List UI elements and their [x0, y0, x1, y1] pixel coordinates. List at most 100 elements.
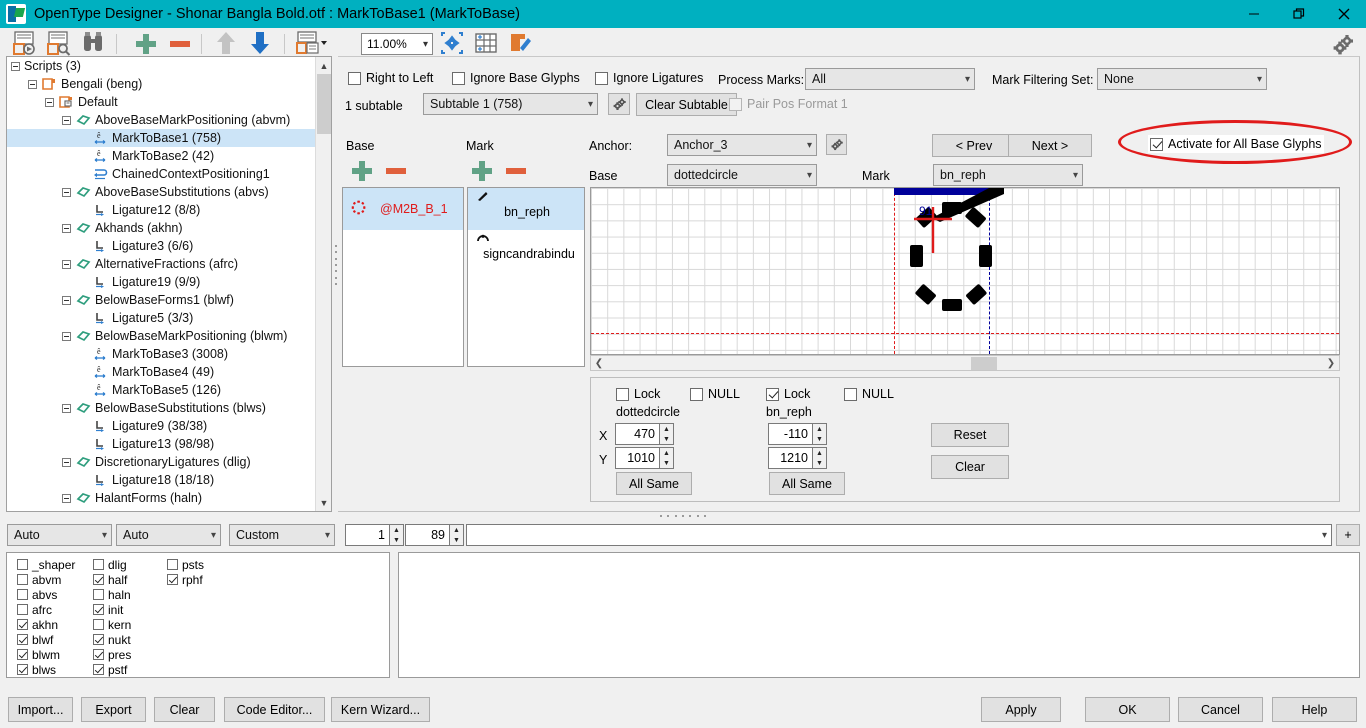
spin-up-icon[interactable]: ▲	[390, 525, 403, 535]
mark-x-spinner[interactable]: ▲▼	[768, 423, 827, 445]
base-y-input[interactable]	[615, 447, 659, 469]
mark-null-checkbox[interactable]: NULL	[844, 387, 894, 401]
list-item[interactable]: signcandrabindu	[468, 230, 584, 272]
tree-item[interactable]: Ligature19 (9/9)	[7, 273, 316, 291]
tree-expander-icon[interactable]	[62, 116, 71, 125]
tree-item[interactable]: Scripts (3)	[7, 57, 316, 75]
index-spin-buttons[interactable]: ▲▼	[389, 524, 404, 546]
cancel-button[interactable]: Cancel	[1178, 697, 1263, 722]
feature-checkbox-pstf[interactable]: pstf	[93, 662, 131, 677]
zoom-combo[interactable]: 11.00% ▾	[361, 33, 433, 55]
anchor-crosshair[interactable]	[904, 196, 974, 256]
scroll-right-arrow[interactable]: ❯	[1323, 358, 1339, 369]
edit-glyph-icon[interactable]	[507, 30, 537, 58]
tree-expander-icon[interactable]	[62, 188, 71, 197]
add-mark-icon[interactable]	[472, 161, 492, 181]
spin-down-icon[interactable]: ▼	[450, 535, 463, 545]
hscroll-thumb[interactable]	[971, 357, 997, 370]
base-y-spinner[interactable]: ▲▼	[615, 447, 674, 469]
tree-item[interactable]: Ligature12 (8/8)	[7, 201, 316, 219]
prev-button[interactable]: < Prev	[932, 134, 1016, 157]
base-y-spin-buttons[interactable]: ▲▼	[659, 447, 674, 469]
size-input[interactable]	[405, 524, 449, 546]
mark-all-same-button[interactable]: All Same	[769, 472, 845, 495]
list-item[interactable]: @M2B_B_1	[343, 188, 463, 230]
tree-expander-icon[interactable]	[62, 332, 71, 341]
mark-glyph-list[interactable]: bn_reph signcandrabindu	[467, 187, 585, 367]
shaper-select-1[interactable]: Auto ▾	[7, 524, 112, 546]
feature-tree-panel[interactable]: Scripts (3)Bengali (beng)Default AboveBas…	[6, 56, 332, 512]
feature-checkbox-rphf[interactable]: rphf	[167, 572, 204, 587]
clear-subtable-button[interactable]: Clear Subtable	[636, 93, 737, 116]
export-button[interactable]: Export	[81, 697, 146, 722]
tree-item[interactable]: BelowBaseSubstitutions (blws)	[7, 399, 316, 417]
horizontal-splitter-handle[interactable]	[660, 512, 706, 520]
subtable-settings-icon[interactable]	[608, 93, 630, 115]
spin-up-icon[interactable]: ▲	[813, 424, 826, 434]
tree-expander-icon[interactable]	[62, 260, 71, 269]
base-x-input[interactable]	[615, 423, 659, 445]
feature-checkbox-nukt[interactable]: nukt	[93, 632, 131, 647]
preview-run-icon[interactable]	[12, 30, 42, 58]
binoculars-icon[interactable]	[80, 30, 110, 58]
spin-down-icon[interactable]: ▼	[390, 535, 403, 545]
feature-checkbox-afrc[interactable]: afrc	[17, 602, 75, 617]
spin-down-icon[interactable]: ▼	[660, 458, 673, 468]
tree-item[interactable]: AboveBaseSubstitutions (abvs)	[7, 183, 316, 201]
feature-checkbox-init[interactable]: init	[93, 602, 131, 617]
canvas-hscrollbar[interactable]: ❮ ❯	[590, 355, 1340, 371]
clear-button[interactable]: Clear	[154, 697, 215, 722]
import-button[interactable]: Import...	[8, 697, 73, 722]
remove-icon[interactable]	[165, 30, 195, 58]
tree-item[interactable]: êMarkToBase1 (758)	[7, 129, 316, 147]
base-null-checkbox[interactable]: NULL	[690, 387, 740, 401]
mark-y-input[interactable]	[768, 447, 812, 469]
tree-item[interactable]: êMarkToBase2 (42)	[7, 147, 316, 165]
reset-button[interactable]: Reset	[931, 423, 1009, 447]
tree-item[interactable]: Ligature9 (38/38)	[7, 417, 316, 435]
fit-to-window-icon[interactable]	[439, 30, 469, 58]
mark-y-spin-buttons[interactable]: ▲▼	[812, 447, 827, 469]
feature-tree-list[interactable]: Scripts (3)Bengali (beng)Default AboveBas…	[7, 57, 316, 511]
tree-item[interactable]: Bengali (beng)	[7, 75, 316, 93]
anchor-combo[interactable]: Anchor_3 ▾	[667, 134, 817, 156]
anchor-settings-icon[interactable]	[826, 134, 847, 155]
scroll-thumb[interactable]	[317, 74, 331, 134]
spin-down-icon[interactable]: ▼	[813, 458, 826, 468]
feature-checkbox-shaper[interactable]: _shaper	[17, 557, 75, 572]
settings-gear-icon[interactable]	[1330, 33, 1356, 55]
feature-checkbox-blwm[interactable]: blwm	[17, 647, 75, 662]
feature-checkbox-psts[interactable]: psts	[167, 557, 204, 572]
code-editor-button[interactable]: Code Editor...	[224, 697, 325, 722]
tree-expander-icon[interactable]	[62, 404, 71, 413]
kern-wizard-button[interactable]: Kern Wizard...	[331, 697, 430, 722]
shaper-select-2[interactable]: Auto ▾	[116, 524, 221, 546]
feature-checkbox-haln[interactable]: haln	[93, 587, 131, 602]
mark-glyph-combo[interactable]: bn_reph ▾	[933, 164, 1083, 186]
base-lock-checkbox[interactable]: Lock	[616, 387, 660, 401]
spin-down-icon[interactable]: ▼	[660, 434, 673, 444]
feature-checkbox-dlig[interactable]: dlig	[93, 557, 131, 572]
tree-expander-icon[interactable]	[28, 80, 37, 89]
tree-item[interactable]: êMarkToBase4 (49)	[7, 363, 316, 381]
feature-checkbox-blwf[interactable]: blwf	[17, 632, 75, 647]
feature-checkbox-akhn[interactable]: akhn	[17, 617, 75, 632]
list-item[interactable]: bn_reph	[468, 188, 584, 230]
remove-mark-icon[interactable]	[506, 168, 526, 174]
tree-item[interactable]: Akhands (akhn)	[7, 219, 316, 237]
tree-item[interactable]: Ligature3 (6/6)	[7, 237, 316, 255]
right-to-left-checkbox[interactable]: Right to Left	[348, 71, 433, 85]
tree-item[interactable]: AlternativeFractions (afrc)	[7, 255, 316, 273]
tree-item[interactable]: Default	[7, 93, 316, 111]
tree-expander-icon[interactable]	[62, 494, 71, 503]
move-down-icon[interactable]	[248, 30, 278, 58]
tree-item[interactable]: Ligature5 (3/3)	[7, 309, 316, 327]
tree-item[interactable]: ChainedContextPositioning1	[7, 165, 316, 183]
mark-x-input[interactable]	[768, 423, 812, 445]
scroll-left-arrow[interactable]: ❮	[591, 358, 607, 369]
next-button[interactable]: Next >	[1008, 134, 1092, 157]
tree-scrollbar[interactable]: ▲ ▼	[315, 57, 331, 511]
mark-y-spinner[interactable]: ▲▼	[768, 447, 827, 469]
tree-expander-icon[interactable]	[11, 62, 20, 71]
spin-up-icon[interactable]: ▲	[660, 448, 673, 458]
